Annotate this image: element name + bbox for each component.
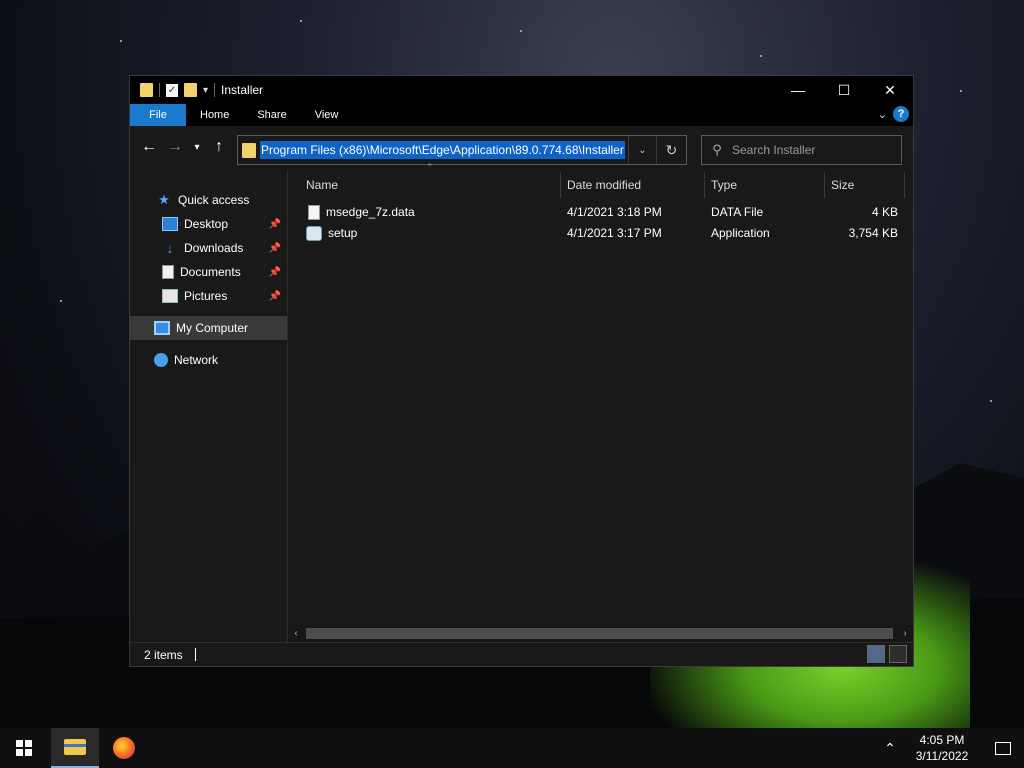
nav-item-downloads[interactable]: ↓ Downloads 📌	[130, 236, 287, 260]
clock-date: 3/11/2022	[915, 749, 969, 763]
file-name: msedge_7z.data	[326, 205, 415, 219]
picture-icon	[162, 289, 178, 303]
pin-icon: 📌	[268, 242, 281, 254]
setup-app-icon	[306, 226, 322, 241]
start-button[interactable]	[0, 728, 48, 768]
nav-item-desktop[interactable]: Desktop 📌	[130, 212, 287, 236]
nav-item-network[interactable]: Network	[130, 348, 287, 372]
details-view-button[interactable]	[867, 645, 885, 663]
status-bar: 2 items	[130, 642, 913, 666]
navigation-pane: ★ Quick access Desktop 📌 ↓ Downloads 📌 D…	[130, 170, 288, 642]
search-input[interactable]: ⚲ Search Installer	[701, 135, 902, 165]
tab-file[interactable]: File	[130, 104, 186, 126]
column-header-size[interactable]: Size	[825, 172, 905, 198]
folder-icon	[140, 83, 153, 97]
file-size: 4 KB	[871, 205, 898, 219]
taskbar: ⌃ 4:05 PM 3/11/2022	[0, 728, 1024, 768]
window-title: Installer	[221, 83, 264, 97]
search-icon: ⚲	[712, 142, 722, 157]
action-center-button[interactable]	[982, 728, 1024, 768]
file-date: 4/1/2021 3:17 PM	[567, 226, 662, 240]
expand-ribbon-icon[interactable]: ⌄	[878, 108, 887, 121]
system-tray: ⌃ 4:05 PM 3/11/2022	[878, 728, 1024, 768]
properties-icon[interactable]: ✓	[166, 83, 178, 97]
taskbar-firefox[interactable]	[100, 728, 148, 768]
file-date: 4/1/2021 3:18 PM	[567, 205, 662, 219]
scroll-left-icon[interactable]: ‹	[288, 625, 304, 642]
file-explorer-window[interactable]: ✓ ▾ Installer — ☐ ✕ File Home Share View…	[129, 75, 914, 667]
nav-item-documents[interactable]: Documents 📌	[130, 260, 287, 284]
tab-view[interactable]: View	[301, 104, 353, 126]
firefox-icon	[113, 737, 135, 759]
help-icon[interactable]: ?	[893, 106, 909, 122]
notification-icon	[995, 741, 1011, 755]
nav-item-quick-access[interactable]: ★ Quick access	[130, 188, 287, 212]
pin-icon: 📌	[268, 266, 281, 278]
file-type: DATA File	[711, 205, 764, 219]
refresh-icon[interactable]: ↻	[656, 136, 686, 164]
file-icon	[308, 205, 320, 220]
table-row[interactable]: setup 4/1/2021 3:17 PM Application 3,754…	[288, 223, 913, 244]
column-headers: Name Date modified Type Size	[288, 172, 913, 198]
minimize-button[interactable]: —	[775, 76, 821, 104]
scroll-right-icon[interactable]: ›	[897, 625, 913, 642]
clock[interactable]: 4:05 PM 3/11/2022	[902, 732, 982, 764]
document-icon	[162, 265, 174, 279]
address-dropdown-icon[interactable]: ⌄	[628, 136, 656, 164]
pin-icon: 📌	[268, 290, 281, 302]
maximize-button[interactable]: ☐	[821, 76, 867, 104]
network-icon	[154, 353, 168, 367]
title-bar[interactable]: ✓ ▾ Installer — ☐ ✕	[130, 76, 913, 104]
file-list[interactable]: ⌃ Name Date modified Type Size msedge_7z…	[288, 162, 913, 642]
computer-icon	[154, 321, 170, 335]
back-button[interactable]: ←	[140, 138, 158, 156]
file-explorer-icon	[64, 739, 86, 755]
nav-item-pictures[interactable]: Pictures 📌	[130, 284, 287, 308]
customize-toolbar-icon[interactable]: ▾	[203, 85, 208, 96]
column-header-type[interactable]: Type	[705, 172, 825, 198]
desktop-icon	[162, 217, 178, 231]
pin-icon: 📌	[268, 218, 281, 230]
clock-time: 4:05 PM	[919, 733, 965, 747]
address-bar[interactable]: Program Files (x86)\Microsoft\Edge\Appli…	[237, 135, 687, 165]
file-size: 3,754 KB	[848, 226, 898, 240]
quick-access-toolbar: ✓ ▾	[130, 83, 216, 97]
new-folder-icon[interactable]	[184, 83, 197, 97]
tab-share[interactable]: Share	[243, 104, 300, 126]
large-icons-view-button[interactable]	[889, 645, 907, 663]
table-row[interactable]: msedge_7z.data 4/1/2021 3:18 PM DATA Fil…	[288, 202, 913, 223]
nav-item-my-computer[interactable]: My Computer	[130, 316, 287, 340]
taskbar-file-explorer[interactable]	[51, 728, 99, 768]
address-row: ← → ▾ ↑ Program Files (x86)\Microsoft\Ed…	[130, 126, 913, 170]
up-button[interactable]: ↑	[210, 138, 228, 156]
column-header-name[interactable]: Name	[300, 172, 561, 198]
column-header-date[interactable]: Date modified	[561, 172, 705, 198]
tab-home[interactable]: Home	[186, 104, 243, 126]
file-name: setup	[328, 226, 358, 240]
download-icon: ↓	[166, 240, 174, 256]
star-icon: ★	[158, 192, 170, 207]
folder-icon	[242, 142, 256, 158]
ribbon-tabs: File Home Share View ⌄ ?	[130, 104, 913, 126]
address-path[interactable]: Program Files (x86)\Microsoft\Edge\Appli…	[260, 141, 625, 159]
windows-logo-icon	[16, 740, 32, 756]
recent-locations-icon[interactable]: ▾	[192, 142, 202, 153]
forward-button[interactable]: →	[166, 138, 184, 156]
item-count: 2 items	[144, 647, 183, 662]
horizontal-scrollbar[interactable]: ‹ ›	[288, 625, 913, 642]
show-hidden-icons-icon[interactable]: ⌃	[878, 740, 902, 757]
scrollbar-thumb[interactable]	[306, 628, 893, 639]
search-placeholder: Search Installer	[732, 143, 816, 157]
file-type: Application	[711, 226, 770, 240]
close-button[interactable]: ✕	[867, 76, 913, 104]
